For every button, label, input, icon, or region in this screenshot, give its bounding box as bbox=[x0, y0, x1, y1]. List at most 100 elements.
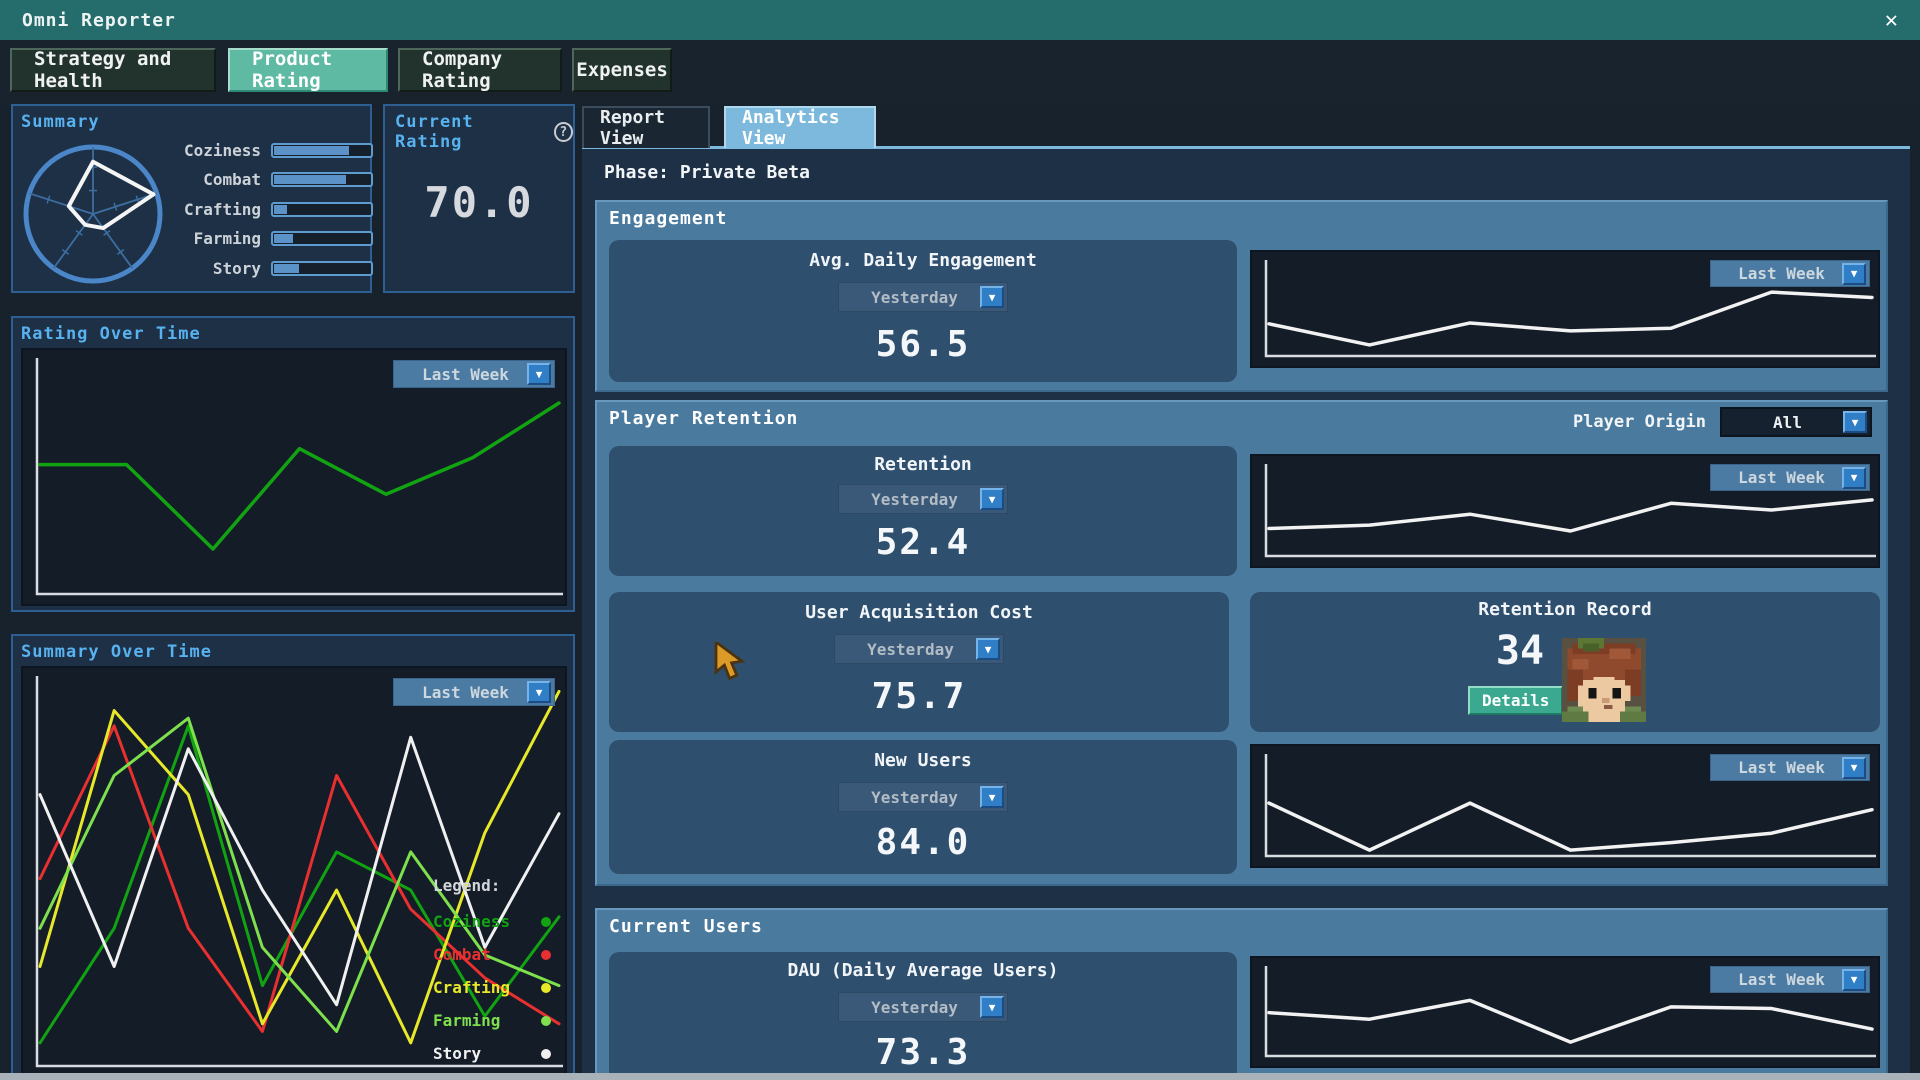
new-users-metric-label: New Users bbox=[609, 750, 1237, 771]
help-icon[interactable]: ? bbox=[554, 122, 573, 142]
dropdown-value: Yesterday bbox=[849, 788, 980, 807]
phase-label: Phase: Private Beta bbox=[604, 162, 810, 183]
current-rating-value: 70.0 bbox=[385, 178, 573, 227]
close-icon[interactable]: ✕ bbox=[1885, 8, 1898, 33]
dropdown-value: Last Week bbox=[1721, 264, 1842, 283]
tab-analytics-view[interactable]: Analytics View bbox=[724, 106, 876, 148]
retention-value: 52.4 bbox=[609, 522, 1237, 563]
details-button[interactable]: Details bbox=[1468, 686, 1563, 715]
legend-title: Legend: bbox=[433, 876, 551, 895]
legend-rows: CozinessCombatCraftingFarmingStory bbox=[433, 905, 551, 1070]
legend-label: Crafting bbox=[433, 978, 510, 997]
retention-record-value: 34 bbox=[1465, 628, 1575, 674]
chevron-down-icon[interactable]: ▼ bbox=[980, 996, 1004, 1018]
new-users-chart: Last Week▼ bbox=[1250, 744, 1880, 868]
summary-over-time-range-dropdown[interactable]: Last Week▼ bbox=[393, 678, 555, 706]
player-origin-dropdown[interactable]: All▼ bbox=[1720, 407, 1872, 437]
dropdown-value: Last Week bbox=[1721, 468, 1842, 487]
summary-title: Summary bbox=[21, 112, 100, 132]
legend-label: Farming bbox=[433, 1011, 500, 1030]
rating-over-time-range-dropdown[interactable]: Last Week▼ bbox=[393, 360, 555, 388]
stat-bar-fill bbox=[274, 205, 287, 214]
stat-row-crafting: Crafting bbox=[173, 199, 373, 219]
legend-item-story: Story bbox=[433, 1037, 551, 1070]
dau-period-dropdown[interactable]: Yesterday▼ bbox=[838, 992, 1008, 1022]
retention-period-dropdown[interactable]: Yesterday▼ bbox=[838, 484, 1008, 514]
new-users-period-dropdown[interactable]: Yesterday▼ bbox=[838, 782, 1008, 812]
dropdown-value: Last Week bbox=[1721, 970, 1842, 989]
app-window: Omni Reporter ✕ Strategy and Health Produ… bbox=[0, 0, 1920, 1080]
dropdown-value: Last Week bbox=[404, 365, 527, 384]
chart-legend: Legend: CozinessCombatCraftingFarmingSto… bbox=[433, 876, 551, 1070]
retention-record-avatar bbox=[1562, 638, 1646, 722]
tab-product-rating[interactable]: Product Rating bbox=[228, 48, 388, 92]
title-bar: Omni Reporter ✕ bbox=[0, 0, 1920, 40]
new-users-range-dropdown[interactable]: Last Week▼ bbox=[1710, 754, 1870, 781]
chevron-down-icon[interactable]: ▼ bbox=[1842, 969, 1866, 991]
legend-ring-icon bbox=[541, 1049, 551, 1059]
stat-bar bbox=[271, 261, 373, 276]
retention-record-title: Retention Record bbox=[1250, 599, 1880, 620]
new-users-value: 84.0 bbox=[609, 822, 1237, 863]
chevron-down-icon[interactable]: ▼ bbox=[1842, 757, 1866, 779]
retention-record-card: Retention Record 34 Details bbox=[1250, 592, 1880, 732]
tab-expenses[interactable]: Expenses bbox=[572, 48, 672, 92]
engagement-metric-label: Avg. Daily Engagement bbox=[609, 250, 1237, 271]
engagement-value: 56.5 bbox=[609, 324, 1237, 365]
dau-chart: Last Week▼ bbox=[1250, 956, 1880, 1068]
rating-over-time-panel: Rating Over Time Last Week▼ bbox=[11, 316, 575, 612]
stat-bar bbox=[271, 202, 373, 217]
stat-row-combat: Combat bbox=[173, 170, 373, 190]
stat-label: Story bbox=[173, 259, 261, 278]
uac-value: 75.7 bbox=[609, 676, 1229, 717]
engagement-section-title: Engagement bbox=[609, 208, 727, 229]
engagement-chart: Last Week▼ bbox=[1250, 250, 1880, 368]
retention-range-dropdown[interactable]: Last Week▼ bbox=[1710, 464, 1870, 491]
summary-over-time-chart: Last Week▼ Legend: CozinessCombatCraftin… bbox=[21, 666, 567, 1078]
horizontal-scrollbar[interactable] bbox=[0, 1073, 1920, 1080]
chevron-down-icon[interactable]: ▼ bbox=[527, 363, 551, 385]
uac-metric-label: User Acquisition Cost bbox=[609, 602, 1229, 623]
summary-over-time-panel: Summary Over Time Last Week▼ Legend: Coz… bbox=[11, 634, 575, 1080]
dau-card: DAU (Daily Average Users) Yesterday▼ 73.… bbox=[609, 952, 1237, 1080]
rating-over-time-chart: Last Week▼ bbox=[21, 348, 567, 606]
chevron-down-icon[interactable]: ▼ bbox=[980, 488, 1004, 510]
summary-panel: Summary Coziness Combat Crafting Farming Sto… bbox=[11, 104, 372, 293]
tab-company-rating[interactable]: Company Rating bbox=[398, 48, 562, 92]
uac-period-dropdown[interactable]: Yesterday▼ bbox=[834, 634, 1004, 664]
engagement-card: Avg. Daily Engagement Yesterday▼ 56.5 bbox=[609, 240, 1237, 382]
dropdown-value: Yesterday bbox=[845, 640, 976, 659]
window-title: Omni Reporter bbox=[22, 10, 176, 31]
tab-strategy-and-health[interactable]: Strategy and Health bbox=[10, 48, 216, 92]
stat-row-farming: Farming bbox=[173, 229, 373, 249]
stat-row-coziness: Coziness bbox=[173, 140, 373, 160]
dau-range-dropdown[interactable]: Last Week▼ bbox=[1710, 966, 1870, 993]
stat-bar-fill bbox=[274, 146, 349, 155]
stat-label: Combat bbox=[173, 170, 261, 189]
legend-ring-icon bbox=[541, 1016, 551, 1026]
retention-card: Retention Yesterday▼ 52.4 bbox=[609, 446, 1237, 576]
new-users-card: New Users Yesterday▼ 84.0 bbox=[609, 740, 1237, 874]
legend-item-crafting: Crafting bbox=[433, 971, 551, 1004]
legend-ring-icon bbox=[541, 950, 551, 960]
stat-bar-fill bbox=[274, 234, 293, 243]
chevron-down-icon[interactable]: ▼ bbox=[1842, 467, 1866, 489]
retention-chart: Last Week▼ bbox=[1250, 454, 1880, 568]
chevron-down-icon[interactable]: ▼ bbox=[527, 681, 551, 703]
engagement-period-dropdown[interactable]: Yesterday▼ bbox=[838, 282, 1008, 312]
chevron-down-icon[interactable]: ▼ bbox=[1842, 263, 1866, 285]
chevron-down-icon[interactable]: ▼ bbox=[976, 638, 1000, 660]
chevron-down-icon[interactable]: ▼ bbox=[980, 286, 1004, 308]
uac-card: User Acquisition Cost Yesterday▼ 75.7 bbox=[609, 592, 1229, 732]
player-retention-section-title: Player Retention bbox=[609, 408, 798, 429]
engagement-range-dropdown[interactable]: Last Week▼ bbox=[1710, 260, 1870, 287]
stat-bar-fill bbox=[274, 264, 299, 273]
chevron-down-icon[interactable]: ▼ bbox=[1843, 411, 1867, 433]
tab-report-view[interactable]: Report View bbox=[582, 106, 710, 148]
current-users-section-title: Current Users bbox=[609, 916, 763, 937]
chevron-down-icon[interactable]: ▼ bbox=[980, 786, 1004, 808]
stat-bar-fill bbox=[274, 175, 346, 184]
stat-bar bbox=[271, 231, 373, 246]
current-users-section: Current Users DAU (Daily Average Users) … bbox=[595, 908, 1888, 1080]
dropdown-value: All bbox=[1732, 413, 1843, 432]
